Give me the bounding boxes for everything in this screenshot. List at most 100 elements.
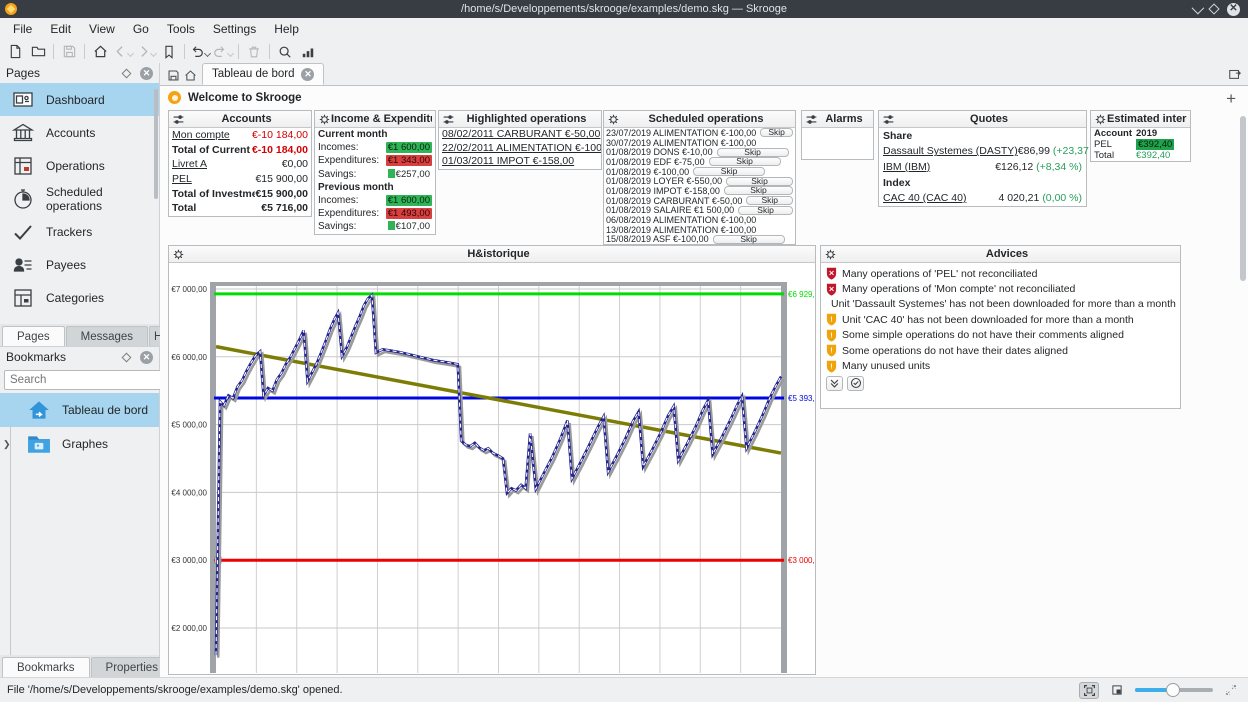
skip-button[interactable]: Skip (726, 177, 793, 186)
close-dock-icon[interactable]: ✕ (140, 351, 153, 364)
gear-icon[interactable] (824, 248, 837, 261)
new-document-icon[interactable] (4, 42, 26, 62)
add-widget-button[interactable]: + (1226, 92, 1236, 106)
sidebar-item-payees[interactable]: Payees (0, 248, 159, 281)
advice-item[interactable]: ✕ Many operations of 'PEL' not reconcili… (821, 266, 1180, 281)
menu-view[interactable]: View (80, 20, 124, 38)
home-icon[interactable] (89, 42, 111, 62)
highlighted-operation-link[interactable]: 22/02/2011 ALIMENTATION €-100,00 (439, 142, 601, 156)
float-dock-icon[interactable] (122, 68, 132, 78)
sidebar-item-dashboard[interactable]: Dashboard (0, 83, 159, 116)
tab-messages[interactable]: Messages (66, 326, 148, 346)
menu-help[interactable]: Help (265, 20, 308, 38)
advice-item[interactable]: ! Many unused units (821, 358, 1180, 373)
fit-page-icon[interactable] (1079, 682, 1099, 699)
scheduled-operations-header[interactable]: Scheduled operations (604, 111, 795, 128)
advice-item[interactable]: ✕ Many operations of 'Mon compte' not re… (821, 281, 1180, 296)
highlighted-operation-link[interactable]: 01/03/2011 IMPOT €-158,00 (439, 155, 601, 169)
apply-advice-icon[interactable] (847, 376, 864, 391)
tab-pages[interactable]: Pages (2, 326, 65, 346)
expand-arrow-icon[interactable]: ❯ (3, 439, 11, 450)
income-expenditure-header[interactable]: Income & Expenditure (315, 111, 435, 128)
bookmark-item-tableau-de-bord[interactable]: Tableau de bord (0, 393, 159, 427)
quote-row[interactable]: CAC 40 (CAC 40) 4 020,21 (0,00 %) (879, 190, 1086, 206)
sidebar-item-trackers[interactable]: Trackers (0, 215, 159, 248)
bookmark-item-graphes[interactable]: ❯ Graphes (0, 427, 159, 461)
go-back-icon[interactable] (112, 42, 134, 62)
tab-home-icon[interactable] (184, 69, 197, 82)
search-icon[interactable] (274, 42, 296, 62)
quote-row[interactable]: Share (879, 128, 1086, 144)
gear-icon[interactable] (172, 248, 185, 261)
save-state-icon[interactable] (167, 69, 180, 82)
account-row[interactable]: Total of Current €-10 184,00 (169, 143, 311, 158)
zoom-slider[interactable] (1135, 682, 1213, 698)
quote-row[interactable]: Dassault Systemes (DASTY) €86,99 (+23,37… (879, 144, 1086, 160)
fullscreen-icon[interactable] (1221, 682, 1241, 699)
estimated-interest-header[interactable]: Estimated interest (1091, 111, 1190, 128)
pages-scrollbar[interactable] (153, 87, 158, 320)
advices-header[interactable]: Advices (821, 246, 1180, 263)
skip-button[interactable]: Skip (713, 235, 785, 244)
highlighted-operations-header[interactable]: Highlighted operations (439, 111, 601, 128)
skip-button[interactable]: Skip (724, 186, 793, 195)
close-tab-icon[interactable]: ✕ (301, 68, 314, 81)
advice-item[interactable]: ! Some operations do not have their date… (821, 343, 1180, 358)
gear-icon[interactable] (1094, 113, 1107, 126)
skip-button[interactable]: Skip (709, 157, 781, 166)
configure-icon[interactable] (882, 113, 895, 126)
close-window-icon[interactable]: ✕ (1227, 3, 1240, 16)
skip-button[interactable]: Skip (717, 148, 789, 157)
report-chart-icon[interactable] (297, 42, 319, 62)
save-icon[interactable] (58, 42, 80, 62)
highlighted-operation-link[interactable]: 08/02/2011 CARBURANT €-50,00 (439, 128, 601, 142)
float-dock-icon[interactable] (122, 352, 132, 362)
advice-item[interactable]: ! Unit 'Dassault Systemes' has not been … (821, 297, 1180, 312)
maximize-icon[interactable] (1208, 3, 1219, 14)
skip-button[interactable]: Skip (738, 206, 793, 215)
sidebar-item-accounts[interactable]: Accounts (0, 116, 159, 149)
configure-icon[interactable] (805, 113, 818, 126)
menu-edit[interactable]: Edit (41, 20, 80, 38)
tab-bookmarks[interactable]: Bookmarks (2, 657, 90, 677)
configure-icon[interactable] (442, 113, 455, 126)
skip-button[interactable]: Skip (746, 196, 793, 205)
skip-button[interactable]: Skip (760, 128, 793, 137)
menu-tools[interactable]: Tools (158, 20, 204, 38)
quote-row[interactable]: Index (879, 175, 1086, 191)
menu-settings[interactable]: Settings (204, 20, 265, 38)
gear-icon[interactable] (318, 113, 331, 126)
advice-item[interactable]: ! Some simple operations do not have the… (821, 328, 1180, 343)
sidebar-item-categories[interactable]: Categories (0, 281, 159, 314)
account-row[interactable]: Mon compte €-10 184,00 (169, 128, 311, 143)
account-row[interactable]: Total €5 716,00 (169, 201, 311, 216)
shade-chevron-icon[interactable] (1192, 1, 1205, 14)
quote-row[interactable]: IBM (IBM) €126,12 (+8,34 %) (879, 159, 1086, 175)
menu-file[interactable]: File (4, 20, 41, 38)
advice-item[interactable]: ! Unit 'CAC 40' has not been downloaded … (821, 312, 1180, 327)
detach-tab-icon[interactable] (1228, 67, 1242, 81)
historique-chart-body[interactable]: €7 000,00€6 000,00€5 000,00€4 000,00€3 0… (169, 263, 815, 673)
dismiss-all-icon[interactable] (826, 376, 843, 391)
historique-header[interactable]: H&istorique (169, 246, 815, 263)
menu-go[interactable]: Go (124, 20, 158, 38)
account-row[interactable]: Total of Investment €15 900,00 (169, 186, 311, 201)
bookmark-search-input[interactable] (4, 370, 170, 390)
active-page-tab[interactable]: Tableau de bord ✕ (202, 63, 324, 85)
redo-icon[interactable] (212, 42, 234, 62)
dashboard-scrollbar[interactable] (1240, 116, 1247, 673)
account-row[interactable]: PEL €15 900,00 (169, 172, 311, 187)
zoom-original-icon[interactable] (1107, 682, 1127, 699)
sidebar-item-operations[interactable]: Operations (0, 149, 159, 182)
bookmark-icon[interactable] (158, 42, 180, 62)
accounts-widget-header[interactable]: Accounts (169, 111, 311, 128)
undo-icon[interactable] (189, 42, 211, 62)
delete-icon[interactable] (243, 42, 265, 62)
configure-icon[interactable] (172, 113, 185, 126)
open-folder-icon[interactable] (27, 42, 49, 62)
skip-button[interactable]: Skip (693, 167, 765, 176)
close-dock-icon[interactable]: ✕ (140, 67, 153, 80)
account-row[interactable]: Livret A €0,00 (169, 157, 311, 172)
quotes-header[interactable]: Quotes (879, 111, 1086, 128)
go-forward-icon[interactable] (135, 42, 157, 62)
